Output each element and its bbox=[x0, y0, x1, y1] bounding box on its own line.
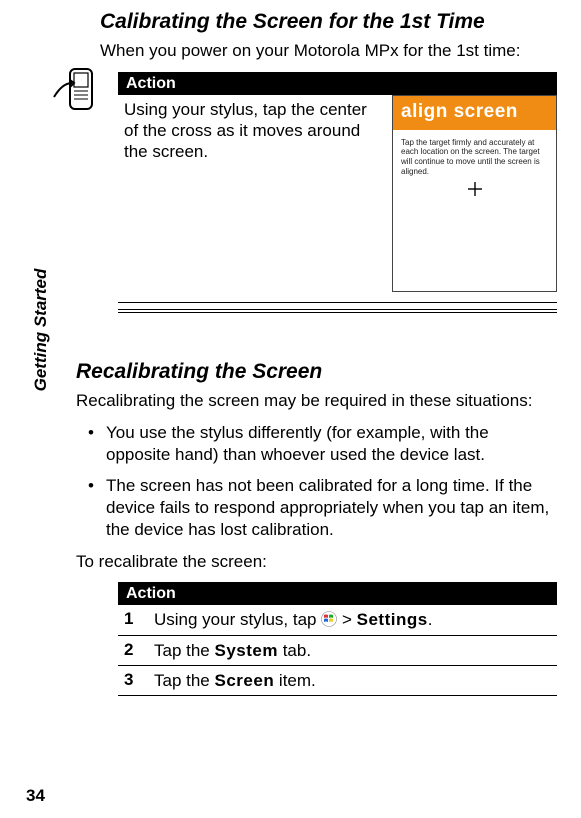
system-label: System bbox=[215, 641, 278, 660]
step-num-3: 3 bbox=[118, 670, 142, 690]
side-tab-label: Getting Started bbox=[31, 269, 51, 392]
section1-intro: When you power on your Motorola MPx for … bbox=[100, 40, 557, 62]
align-screen-titlebar: align screen bbox=[393, 96, 556, 130]
step-num-1: 1 bbox=[118, 609, 142, 629]
action-step-3: 3 Tap the Screen item. bbox=[118, 666, 557, 696]
section2-title: Recalibrating the Screen bbox=[76, 360, 557, 384]
windows-start-icon bbox=[321, 611, 337, 627]
bullet-item-1: You use the stylus differently (for exam… bbox=[76, 422, 557, 466]
section1-title: Calibrating the Screen for the 1st Time bbox=[100, 10, 557, 34]
step1-text-c: . bbox=[428, 610, 433, 629]
step2-text-b: tab. bbox=[278, 641, 311, 660]
bullet-list: You use the stylus differently (for exam… bbox=[76, 422, 557, 541]
section2-lead: To recalibrate the screen: bbox=[76, 551, 557, 573]
action-step-1: 1 Using your stylus, tap > Settings. bbox=[118, 605, 557, 635]
step-num-2: 2 bbox=[118, 640, 142, 660]
action1-text: Using your stylus, tap the center of the… bbox=[118, 95, 378, 292]
bullet-item-2: The screen has not been calibrated for a… bbox=[76, 475, 557, 540]
step1-text-a: Using your stylus, tap bbox=[154, 610, 321, 629]
align-screen-crosshair-icon bbox=[393, 178, 556, 291]
step2-text-a: Tap the bbox=[154, 641, 215, 660]
screen-label: Screen bbox=[215, 671, 275, 690]
action-header-1: Action bbox=[118, 73, 557, 95]
action-header-2: Action bbox=[118, 583, 557, 605]
settings-label: Settings bbox=[357, 610, 428, 629]
step3-text-b: item. bbox=[274, 671, 316, 690]
phone-device-icon bbox=[52, 65, 100, 117]
align-screen-instructions: Tap the target firmly and accurately at … bbox=[393, 130, 556, 178]
page-number: 34 bbox=[26, 786, 45, 806]
action-step-2: 2 Tap the System tab. bbox=[118, 636, 557, 666]
step3-text-a: Tap the bbox=[154, 671, 215, 690]
section2-intro: Recalibrating the screen may be required… bbox=[76, 390, 557, 412]
align-screen-preview: align screen Tap the target firmly and a… bbox=[392, 95, 557, 292]
side-tab: Getting Started bbox=[26, 100, 56, 360]
step1-text-b: > bbox=[342, 610, 357, 629]
